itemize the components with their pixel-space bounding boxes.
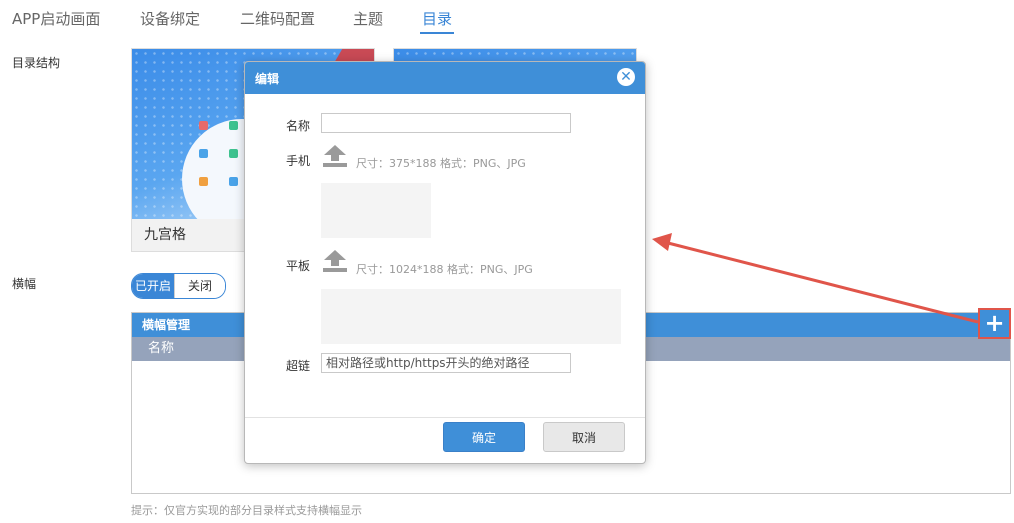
name-label: 名称 (286, 119, 311, 133)
edit-dialog: 编辑 ✕ 名称 手机 尺寸：375*188 格式：PNG、JPG 平板 尺寸：1… (244, 61, 646, 464)
tab-directory[interactable]: 目录 (422, 8, 452, 29)
tab-qrcode-config[interactable]: 二维码配置 (240, 8, 315, 29)
top-tab-bar: APP启动画面 设备绑定 二维码配置 主题 目录 (0, 0, 1014, 40)
toggle-off-option[interactable]: 关闭 (174, 274, 225, 298)
banner-toggle[interactable]: 已开启 关闭 (131, 273, 226, 299)
dialog-title: 编辑 (255, 72, 280, 86)
tablet-size-hint: 尺寸：1024*188 格式：PNG、JPG (356, 263, 533, 276)
link-input[interactable] (321, 353, 571, 373)
phone-upload-icon[interactable] (322, 144, 348, 168)
active-tab-indicator (420, 32, 454, 34)
tab-app-launch[interactable]: APP启动画面 (12, 8, 100, 29)
link-label: 超链 (286, 359, 311, 373)
tablet-image-preview (321, 289, 621, 344)
confirm-button[interactable]: 确定 (443, 422, 525, 452)
dialog-header: 编辑 ✕ (245, 62, 645, 94)
add-banner-button[interactable]: + (978, 308, 1011, 339)
directory-structure-label: 目录结构 (12, 56, 61, 70)
close-icon[interactable]: ✕ (617, 68, 635, 86)
tab-device-binding[interactable]: 设备绑定 (140, 8, 200, 29)
tablet-label: 平板 (286, 259, 311, 273)
phone-size-hint: 尺寸：375*188 格式：PNG、JPG (356, 157, 526, 170)
dialog-footer-divider (245, 417, 645, 418)
banner-hint: 提示：仅官方实现的部分目录样式支持横幅显示 (131, 504, 362, 517)
phone-label: 手机 (286, 154, 311, 168)
tab-theme[interactable]: 主题 (353, 8, 383, 29)
cancel-button[interactable]: 取消 (543, 422, 625, 452)
toggle-on-option[interactable]: 已开启 (132, 274, 174, 298)
tablet-upload-icon[interactable] (322, 249, 348, 273)
name-input[interactable] (321, 113, 571, 133)
banner-label: 横幅 (12, 277, 37, 291)
phone-image-preview (321, 183, 431, 238)
plus-icon: + (984, 309, 1005, 337)
